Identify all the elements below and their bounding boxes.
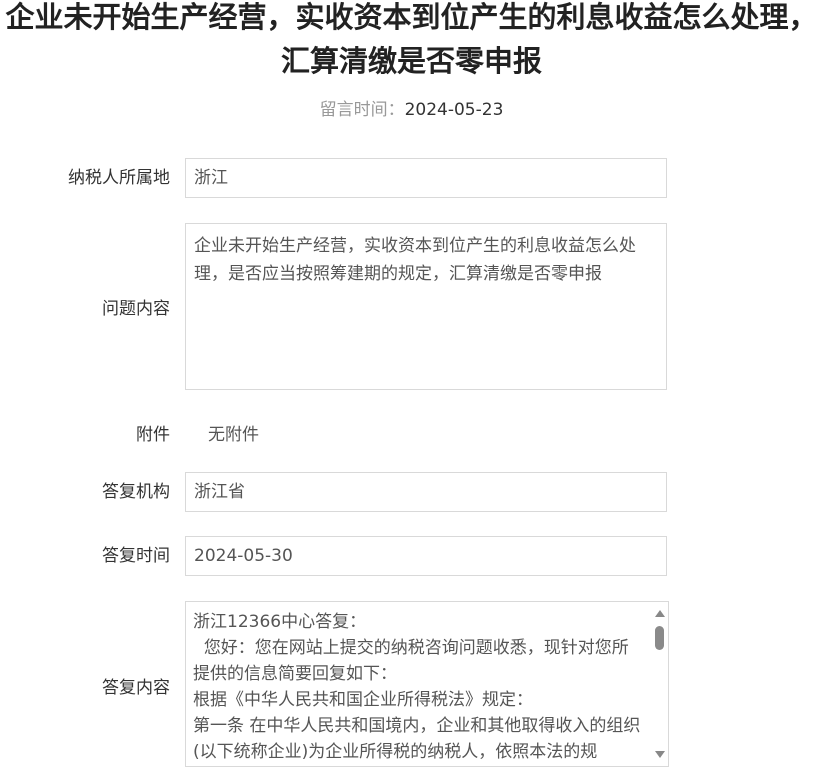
reply-text: 浙江12366中心答复： 您好：您在网站上提交的纳税咨询问题收悉，现针对您所提供… [193, 612, 641, 762]
agency-field[interactable]: 浙江省 [185, 472, 667, 512]
region-field[interactable]: 浙江 [185, 158, 667, 198]
attachment-value: 无附件 [208, 425, 259, 445]
page-title-line-2: 汇算清缴是否零申报 [280, 44, 542, 78]
region-label: 纳税人所属地 [68, 168, 170, 188]
page-title-line-1: 企业未开始生产经营，实收资本到位产生的利息收益怎么处理， [5, 0, 818, 34]
reply-time-field[interactable]: 2024-05-30 [185, 536, 667, 576]
attachment-label: 附件 [136, 425, 170, 445]
scroll-up-arrow-icon[interactable] [655, 610, 665, 617]
agency-label: 答复机构 [102, 482, 170, 502]
reply-time-label: 答复时间 [102, 546, 170, 566]
question-label: 问题内容 [102, 299, 170, 319]
scrollbar-thumb[interactable] [655, 626, 664, 650]
reply-scrollbar[interactable] [651, 602, 668, 766]
message-time: 留言时间：2024-05-23 [0, 97, 823, 123]
message-time-value: 2024-05-23 [404, 100, 504, 120]
scroll-down-arrow-icon[interactable] [655, 751, 665, 758]
question-textarea[interactable]: 企业未开始生产经营，实收资本到位产生的利息收益怎么处理，是否应当按照筹建期的规定… [185, 223, 667, 390]
reply-textarea[interactable]: 浙江12366中心答复： 您好：您在网站上提交的纳税咨询问题收悉，现针对您所提供… [185, 601, 669, 767]
reply-label: 答复内容 [102, 678, 170, 698]
message-time-label: 留言时间： [319, 100, 405, 120]
